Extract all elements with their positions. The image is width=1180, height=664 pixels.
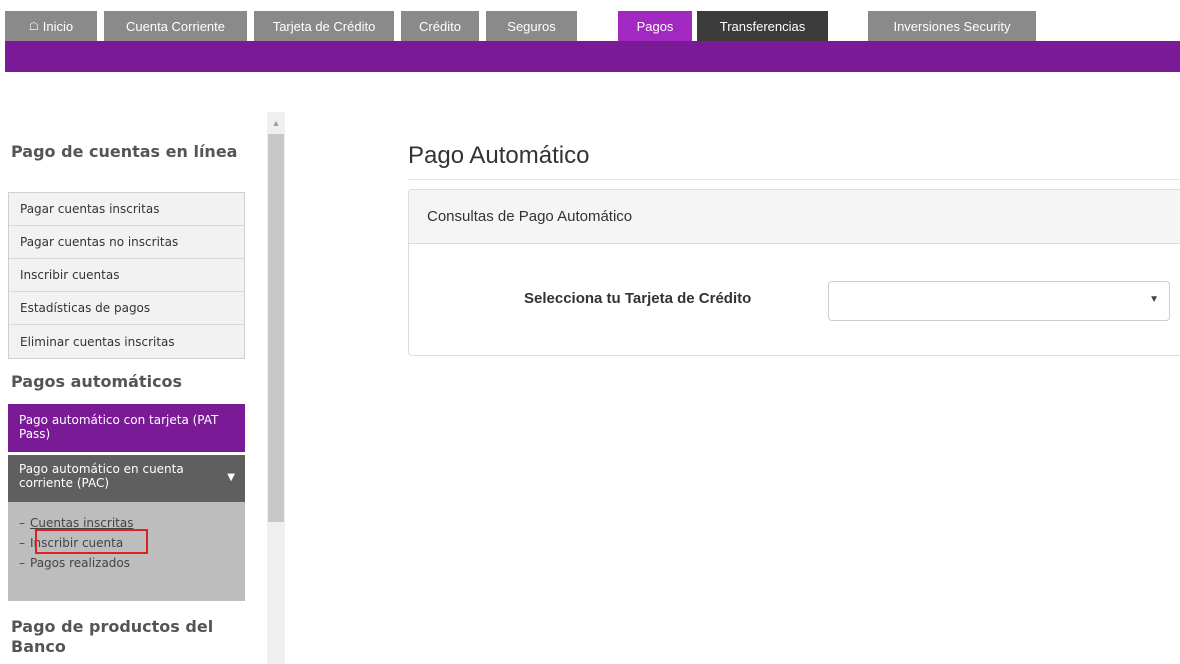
menu-item-pat-pass[interactable]: Pago automático con tarjeta (PAT Pass)	[8, 404, 245, 452]
title-divider	[408, 179, 1180, 180]
tab-label: Crédito	[419, 18, 461, 34]
menu-item-label: Pagar cuentas inscritas	[20, 202, 160, 216]
menu-item-label: Pago automático en cuenta corriente (PAC…	[19, 462, 184, 490]
menu-item-label: Pagar cuentas no inscritas	[20, 235, 179, 249]
sublink-cuentas-inscritas[interactable]: – Cuentas inscritas	[8, 513, 245, 533]
tab-inicio[interactable]: ☖ Inicio	[5, 11, 97, 41]
tarjeta-select[interactable]: ▼	[828, 281, 1170, 321]
dash: –	[19, 536, 25, 550]
consultas-panel: Consultas de Pago Automático	[408, 189, 1180, 356]
section-title-pagos-automaticos: Pagos automáticos	[11, 372, 183, 391]
tabs-row: ☖ Inicio Cuenta Corriente Tarjeta de Cré…	[0, 0, 1180, 41]
menu-pago-cuentas: Pagar cuentas inscritas Pagar cuentas no…	[8, 192, 245, 359]
menu-item-pagar-cuentas-no-inscritas[interactable]: Pagar cuentas no inscritas	[9, 226, 244, 259]
tab-inversiones-security[interactable]: Inversiones Security	[868, 11, 1036, 41]
sidebar-scrollbar[interactable]: ▲	[267, 112, 285, 664]
dash: –	[19, 556, 25, 570]
sublink-label: Inscribir cuenta	[30, 536, 124, 550]
tab-pagos[interactable]: Pagos	[618, 11, 692, 41]
nav-band	[5, 41, 1180, 72]
tab-label: Tarjeta de Crédito	[272, 18, 376, 34]
scroll-up-icon[interactable]: ▲	[267, 112, 285, 134]
menu-item-eliminar-cuentas-inscritas[interactable]: Eliminar cuentas inscritas	[9, 325, 244, 358]
menu-item-label: Pago automático con tarjeta (PAT Pass)	[19, 413, 219, 441]
tab-seguros[interactable]: Seguros	[486, 11, 577, 41]
menu-item-label: Inscribir cuentas	[20, 268, 120, 282]
pac-submenu: – Cuentas inscritas – Inscribir cuenta – Pa…	[8, 502, 245, 601]
tab-cuenta-corriente[interactable]: Cuenta Corriente	[104, 11, 247, 41]
section-title-pago-productos: Pago de productos del Banco	[11, 617, 214, 656]
menu-item-pagar-cuentas-inscritas[interactable]: Pagar cuentas inscritas	[9, 193, 244, 226]
panel-header: Consultas de Pago Automático	[409, 190, 1180, 244]
sublink-inscribir-cuenta[interactable]: – Inscribir cuenta	[8, 533, 245, 553]
dash: –	[19, 516, 25, 530]
caret-down-icon: ▼	[227, 472, 235, 483]
scroll-thumb[interactable]	[268, 134, 284, 522]
select-label: Selecciona tu Tarjeta de Crédito	[524, 290, 752, 307]
tab-label: Seguros	[507, 18, 556, 34]
menu-item-inscribir-cuentas[interactable]: Inscribir cuentas	[9, 259, 244, 292]
tab-credito[interactable]: Crédito	[401, 11, 479, 41]
dropdown-arrow-icon: ▼	[1149, 294, 1159, 305]
menu-item-label: Estadísticas de pagos	[20, 301, 151, 315]
tab-label: Inversiones Security	[893, 18, 1011, 34]
home-icon: ☖	[28, 20, 39, 33]
tab-tarjeta-de-credito[interactable]: Tarjeta de Crédito	[254, 11, 394, 41]
tab-label: Pagos	[636, 18, 674, 34]
tab-label: Cuenta Corriente	[126, 18, 225, 34]
section-title-pago-cuentas: Pago de cuentas en línea	[11, 142, 238, 161]
sublink-label: Pagos realizados	[30, 556, 131, 570]
sublink-pagos-realizados[interactable]: – Pagos realizados	[8, 553, 245, 573]
menu-item-pac[interactable]: Pago automático en cuenta corriente (PAC…	[8, 455, 245, 502]
sublink-label: Cuentas inscritas	[30, 516, 134, 530]
menu-item-estadisticas-de-pagos[interactable]: Estadísticas de pagos	[9, 292, 244, 325]
tab-label: Inicio	[42, 18, 74, 34]
panel-title: Consultas de Pago Automático	[427, 208, 633, 225]
top-navigation: ☖ Inicio Cuenta Corriente Tarjeta de Cré…	[0, 0, 1180, 72]
page-title: Pago Automático	[408, 142, 590, 169]
menu-item-label: Eliminar cuentas inscritas	[20, 334, 175, 349]
tab-label: Transferencias	[719, 18, 806, 34]
tab-transferencias[interactable]: Transferencias	[697, 11, 828, 41]
